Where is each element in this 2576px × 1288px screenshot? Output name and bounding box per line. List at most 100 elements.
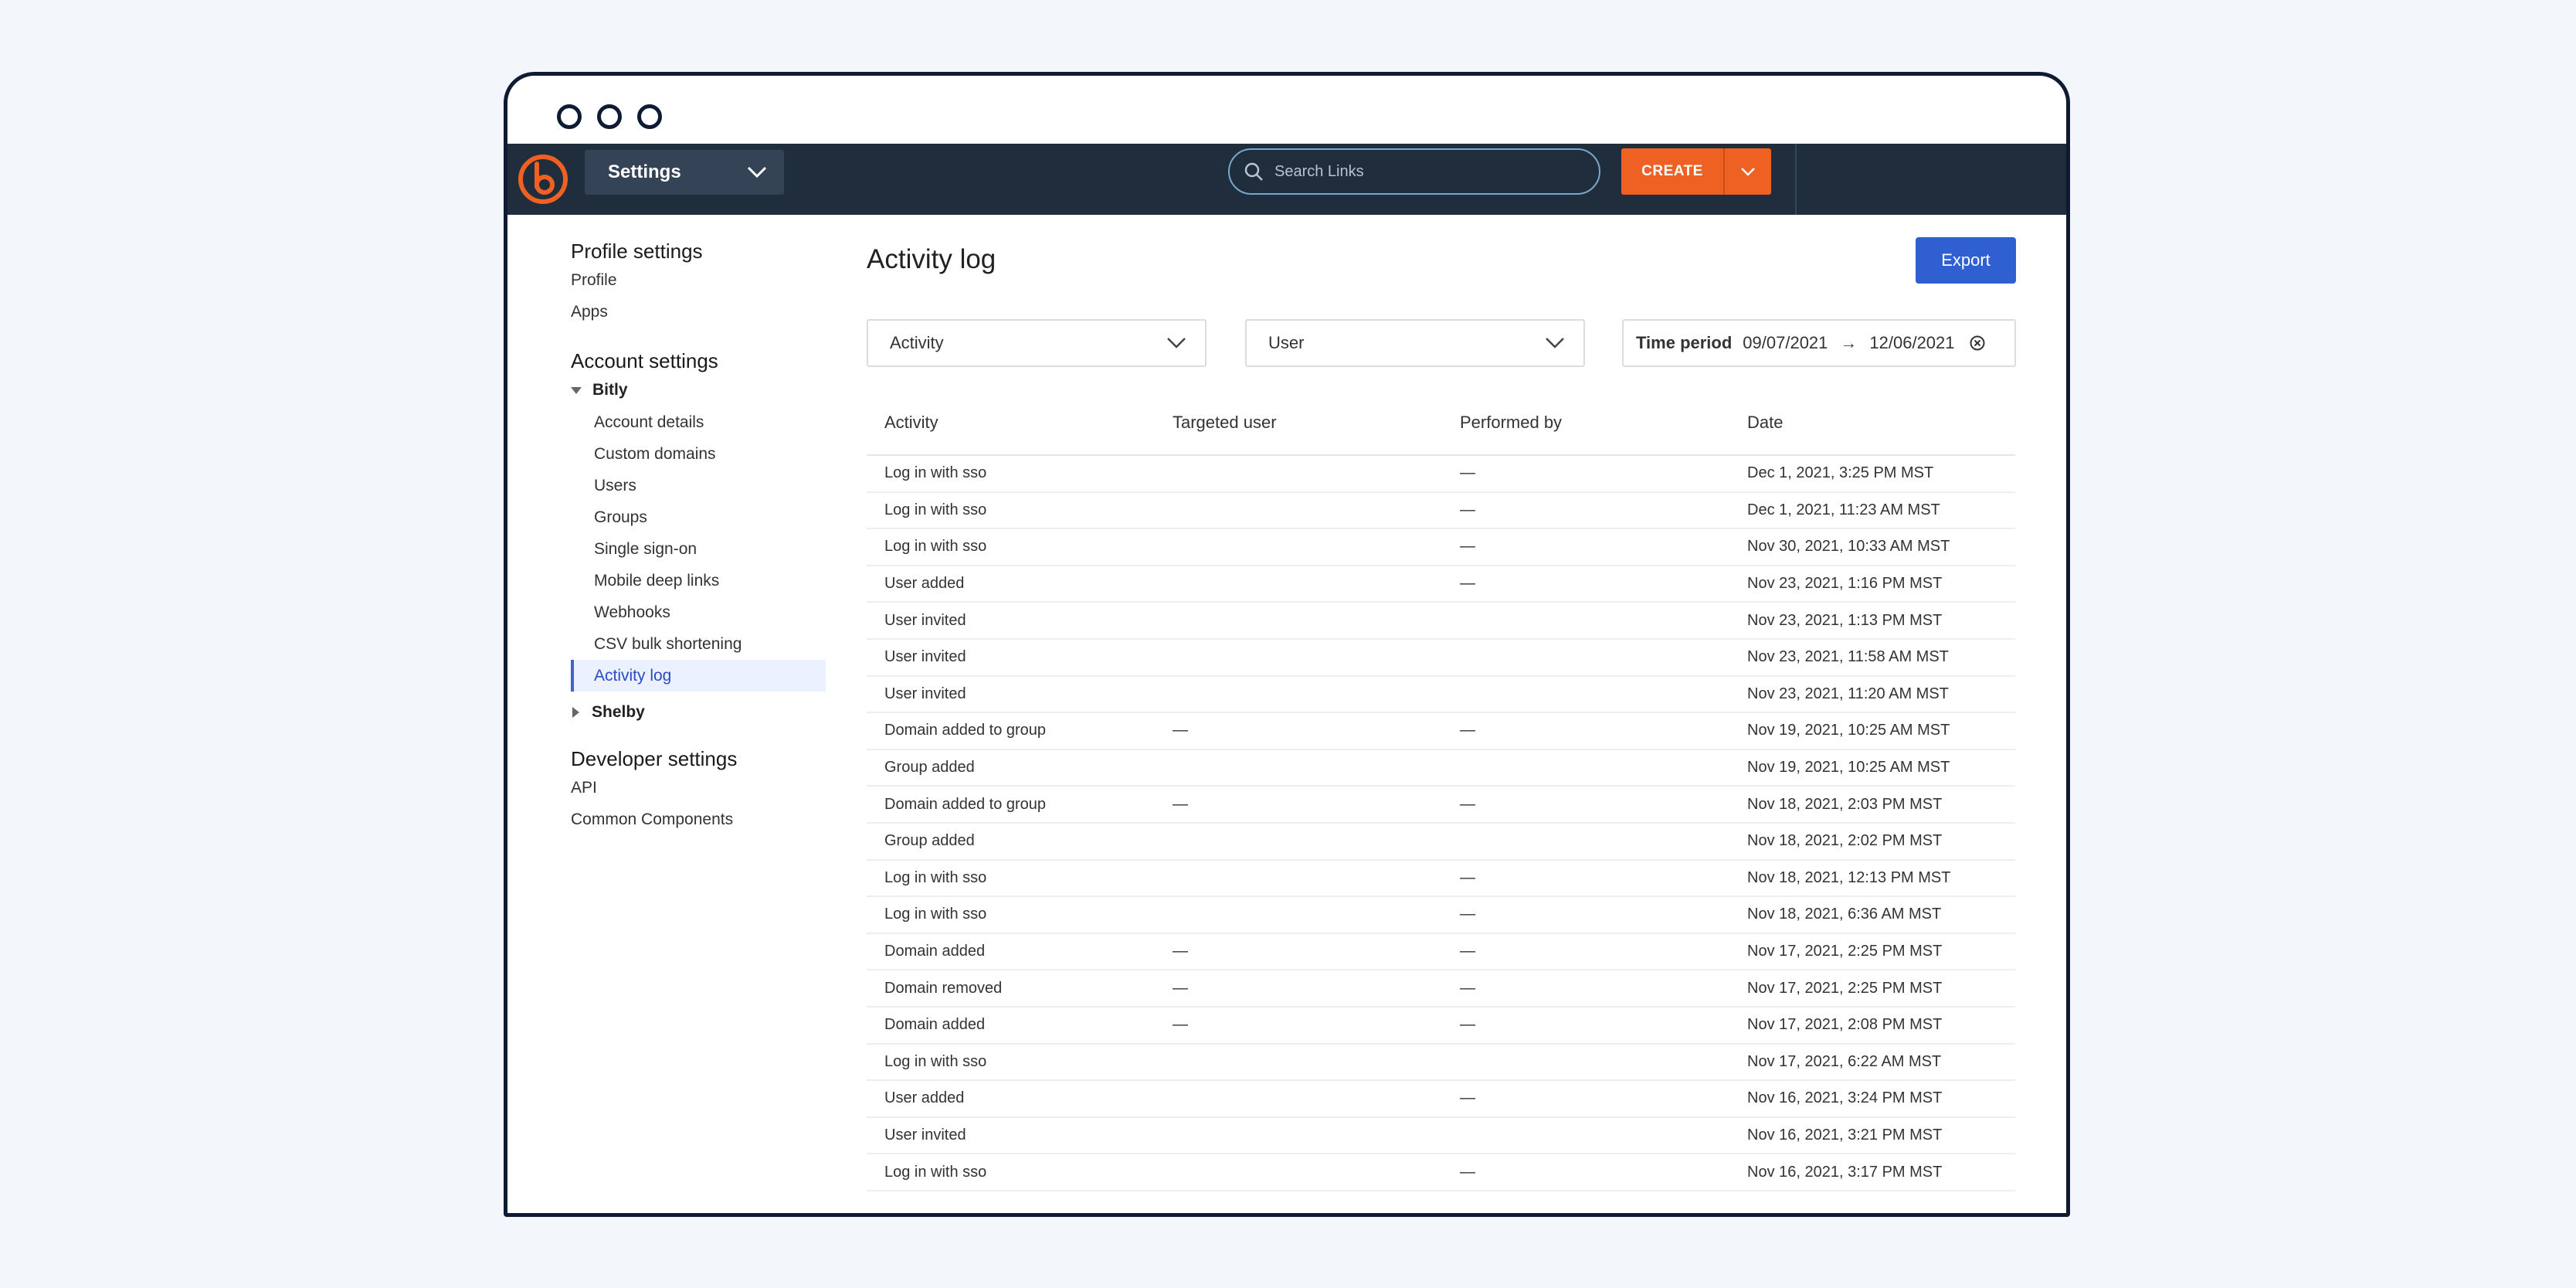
settings-dropdown[interactable]: Settings — [585, 150, 784, 195]
sidebar-item-activity-log[interactable]: Activity log — [571, 660, 826, 692]
table-row[interactable]: Group added Nov 19, 2021, 10:25 AM MST — [867, 749, 2015, 787]
user-filter-dropdown[interactable]: User — [1245, 319, 1585, 367]
sidebar-item-users[interactable]: Users — [571, 470, 826, 501]
table-row[interactable]: Domain added to group — — Nov 18, 2021, 2:0… — [867, 786, 2015, 824]
search-box[interactable] — [1228, 148, 1600, 195]
sidebar-item-custom-domains[interactable]: Custom domains — [571, 438, 826, 470]
activity-cell[interactable]: Log in with sso — [867, 528, 1155, 566]
performed-by-cell — [1442, 1043, 1729, 1082]
sidebar-group-label: Bitly — [592, 381, 628, 399]
date-cell: Nov 18, 2021, 2:03 PM MST — [1729, 786, 2015, 824]
create-button[interactable]: CREATE — [1621, 148, 1723, 195]
table-row[interactable]: User added — Nov 23, 2021, 1:16 PM MST — [867, 565, 2015, 603]
sidebar-item-webhooks[interactable]: Webhooks — [571, 596, 826, 628]
time-period-picker[interactable]: Time period 09/07/2021 → 12/06/2021 — [1622, 319, 2016, 367]
sidebar-item-csv-bulk-shortening[interactable]: CSV bulk shortening — [571, 628, 826, 660]
table-row[interactable]: Domain added — — Nov 17, 2021, 2:08 PM MST — [867, 1006, 2015, 1045]
date-cell: Nov 23, 2021, 11:20 AM MST — [1729, 675, 2015, 714]
table-row[interactable]: Domain added to group — — Nov 19, 2021, 10:… — [867, 712, 2015, 750]
sidebar-item-single-sign-on[interactable]: Single sign-on — [571, 533, 826, 565]
window-dot-icon[interactable] — [597, 104, 622, 129]
targeted-user-cell — [1155, 859, 1442, 898]
table-row[interactable]: User invited Nov 23, 2021, 11:58 AM MST — [867, 638, 2015, 677]
export-button[interactable]: Export — [1916, 237, 2016, 284]
sidebar-item-mobile-deep-links[interactable]: Mobile deep links — [571, 565, 826, 596]
table-row[interactable]: User invited Nov 16, 2021, 3:21 PM MST — [867, 1116, 2015, 1155]
sidebar-group-shelby[interactable]: Shelby — [571, 696, 826, 729]
time-period-end[interactable]: 12/06/2021 — [1869, 333, 1954, 353]
sidebar-item-common-components[interactable]: Common Components — [571, 804, 826, 835]
activity-cell[interactable]: Log in with sso — [867, 859, 1155, 898]
performed-by-cell: — — [1442, 528, 1729, 566]
targeted-user-cell: — — [1155, 786, 1442, 824]
sidebar-item-apps[interactable]: Apps — [571, 296, 826, 328]
window-controls — [557, 104, 662, 129]
date-cell: Dec 1, 2021, 11:23 AM MST — [1729, 491, 2015, 530]
activity-cell[interactable]: Domain added — [867, 933, 1155, 971]
activity-cell[interactable]: Domain added — [867, 1006, 1155, 1045]
table-row[interactable]: Log in with sso — Nov 18, 2021, 12:13 PM M… — [867, 859, 2015, 898]
settings-sidebar: Profile settings Profile Apps Account se… — [571, 238, 826, 835]
window-dot-icon[interactable] — [637, 104, 662, 129]
activity-cell[interactable]: Log in with sso — [867, 1154, 1155, 1191]
sidebar-item-api[interactable]: API — [571, 772, 826, 804]
performed-by-cell: — — [1442, 970, 1729, 1008]
activity-cell[interactable]: Log in with sso — [867, 896, 1155, 934]
targeted-user-cell — [1155, 1043, 1442, 1082]
activity-cell[interactable]: Log in with sso — [867, 1043, 1155, 1082]
chevron-down-icon — [1167, 338, 1186, 348]
profile-settings-heading: Profile settings — [571, 240, 703, 263]
table-row[interactable]: User invited Nov 23, 2021, 1:13 PM MST — [867, 602, 2015, 640]
activity-cell[interactable]: Log in with sso — [867, 455, 1155, 493]
sidebar-item-profile[interactable]: Profile — [571, 264, 826, 296]
window-dot-icon[interactable] — [557, 104, 582, 129]
activity-cell[interactable]: User invited — [867, 1116, 1155, 1155]
table-row[interactable]: User added — Nov 16, 2021, 3:24 PM MST — [867, 1080, 2015, 1118]
activity-cell[interactable]: Group added — [867, 822, 1155, 861]
table-row[interactable]: Log in with sso — Nov 30, 2021, 10:33 AM M… — [867, 528, 2015, 566]
activity-cell[interactable]: User invited — [867, 675, 1155, 714]
table-row[interactable]: Domain added — — Nov 17, 2021, 2:25 PM MST — [867, 933, 2015, 971]
date-cell: Nov 30, 2021, 10:33 AM MST — [1729, 528, 2015, 566]
activity-cell[interactable]: User invited — [867, 602, 1155, 640]
developer-settings-heading: Developer settings — [571, 747, 738, 770]
table-row[interactable]: Log in with sso — Dec 1, 2021, 11:23 AM MS… — [867, 491, 2015, 530]
targeted-user-cell — [1155, 749, 1442, 787]
performed-by-cell: — — [1442, 1006, 1729, 1045]
activity-cell[interactable]: Domain removed — [867, 970, 1155, 1008]
performed-by-cell — [1442, 675, 1729, 714]
targeted-user-cell: — — [1155, 933, 1442, 971]
create-options-button[interactable] — [1723, 148, 1771, 195]
activity-cell[interactable]: User invited — [867, 638, 1155, 677]
table-row[interactable]: Log in with sso — Nov 16, 2021, 3:17 PM MS… — [867, 1154, 2015, 1191]
activity-cell[interactable]: Group added — [867, 749, 1155, 787]
clear-circle-icon[interactable] — [1969, 335, 1986, 352]
date-cell: Nov 16, 2021, 3:17 PM MST — [1729, 1154, 2015, 1191]
bitly-logo-icon[interactable] — [512, 148, 574, 210]
activity-filter-dropdown[interactable]: Activity — [867, 319, 1207, 367]
table-row[interactable]: Group added Nov 18, 2021, 2:02 PM MST — [867, 822, 2015, 861]
activity-cell[interactable]: User added — [867, 565, 1155, 603]
column-header-activity: Activity — [867, 390, 1155, 456]
targeted-user-cell: — — [1155, 712, 1442, 750]
table-row[interactable]: Log in with sso Nov 17, 2021, 6:22 AM MST — [867, 1043, 2015, 1082]
topbar-divider — [1795, 144, 1797, 215]
time-period-start[interactable]: 09/07/2021 — [1743, 333, 1828, 353]
activity-cell[interactable]: Domain added to group — [867, 712, 1155, 750]
sidebar-item-groups[interactable]: Groups — [571, 501, 826, 533]
targeted-user-cell: — — [1155, 1006, 1442, 1045]
activity-cell[interactable]: Domain added to group — [867, 786, 1155, 824]
sidebar-item-account-details[interactable]: Account details — [571, 406, 826, 438]
chevron-down-icon — [747, 166, 767, 178]
performed-by-cell: — — [1442, 896, 1729, 934]
activity-cell[interactable]: Log in with sso — [867, 491, 1155, 530]
table-row[interactable]: Log in with sso — Dec 1, 2021, 3:25 PM MST — [867, 455, 2015, 493]
activity-cell[interactable]: User added — [867, 1080, 1155, 1118]
table-row[interactable]: User invited Nov 23, 2021, 11:20 AM MST — [867, 675, 2015, 714]
table-row[interactable]: Domain removed — — Nov 17, 2021, 2:25 PM MS… — [867, 970, 2015, 1008]
search-input[interactable] — [1273, 161, 1570, 182]
table-row[interactable]: Log in with sso — Nov 18, 2021, 6:36 AM MS… — [867, 896, 2015, 934]
column-header-performed-by: Performed by — [1442, 390, 1729, 456]
performed-by-cell — [1442, 822, 1729, 861]
sidebar-group-bitly[interactable]: Bitly — [571, 374, 826, 406]
